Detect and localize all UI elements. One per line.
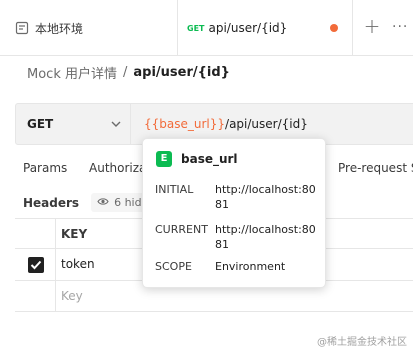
breadcrumb-separator: / xyxy=(122,65,128,80)
environment-badge-icon: E xyxy=(156,151,172,167)
new-tab-button[interactable]: + xyxy=(360,14,384,38)
url-path: /api/user/{id} xyxy=(225,117,308,131)
headers-section-header: Headers 6 hidd xyxy=(23,193,155,212)
request-tab-label: api/user/{id} xyxy=(208,21,288,35)
tooltip-title: E base_url xyxy=(156,151,238,167)
row-checkbox[interactable] xyxy=(28,257,44,273)
column-header-key: KEY xyxy=(61,227,88,241)
request-tab[interactable]: GET api/user/{id} xyxy=(178,0,353,57)
chevron-down-icon xyxy=(111,118,121,128)
more-tabs-icon[interactable]: ··· xyxy=(392,18,410,36)
tab-bar: 本地环境 GET api/user/{id} + ··· xyxy=(0,0,413,57)
current-label: CURRENT xyxy=(155,223,208,236)
breadcrumb-current[interactable]: api/user/{id} xyxy=(133,65,230,80)
scope-label: SCOPE xyxy=(155,260,192,273)
initial-value[interactable]: http://localhost:8081 xyxy=(215,182,319,212)
environment-tab-label: 本地环境 xyxy=(35,21,84,36)
method-value: GET xyxy=(27,117,54,131)
unsaved-dot-icon xyxy=(330,24,338,32)
environment-tab[interactable]: 本地环境 xyxy=(0,0,178,56)
initial-label: INITIAL xyxy=(155,183,194,196)
scope-value: Environment xyxy=(215,260,286,273)
tab-params[interactable]: Params xyxy=(23,161,67,175)
watermark: @稀土掘金技术社区 xyxy=(317,337,407,348)
url-variable[interactable]: {{base_url}} xyxy=(144,117,225,131)
variable-tooltip: E base_url INITIAL http://localhost:8081… xyxy=(142,138,326,288)
header-key-cell[interactable]: token xyxy=(61,257,95,271)
environment-icon xyxy=(15,21,29,35)
variable-name: base_url xyxy=(181,152,238,166)
tab-authorization[interactable]: Authoriza xyxy=(89,161,146,175)
eye-icon xyxy=(97,196,109,209)
tab-pre-request-script[interactable]: Pre-request S xyxy=(338,161,413,175)
headers-title: Headers xyxy=(23,195,80,210)
breadcrumb-parent[interactable]: Mock 用户详情 xyxy=(27,63,117,82)
new-key-input[interactable]: Key xyxy=(61,289,83,303)
method-dropdown[interactable]: GET xyxy=(16,104,131,144)
breadcrumb: Mock 用户详情 / api/user/{id} xyxy=(27,63,230,82)
request-tab-method: GET xyxy=(187,23,205,33)
current-value[interactable]: http://localhost:8081 xyxy=(215,222,319,252)
